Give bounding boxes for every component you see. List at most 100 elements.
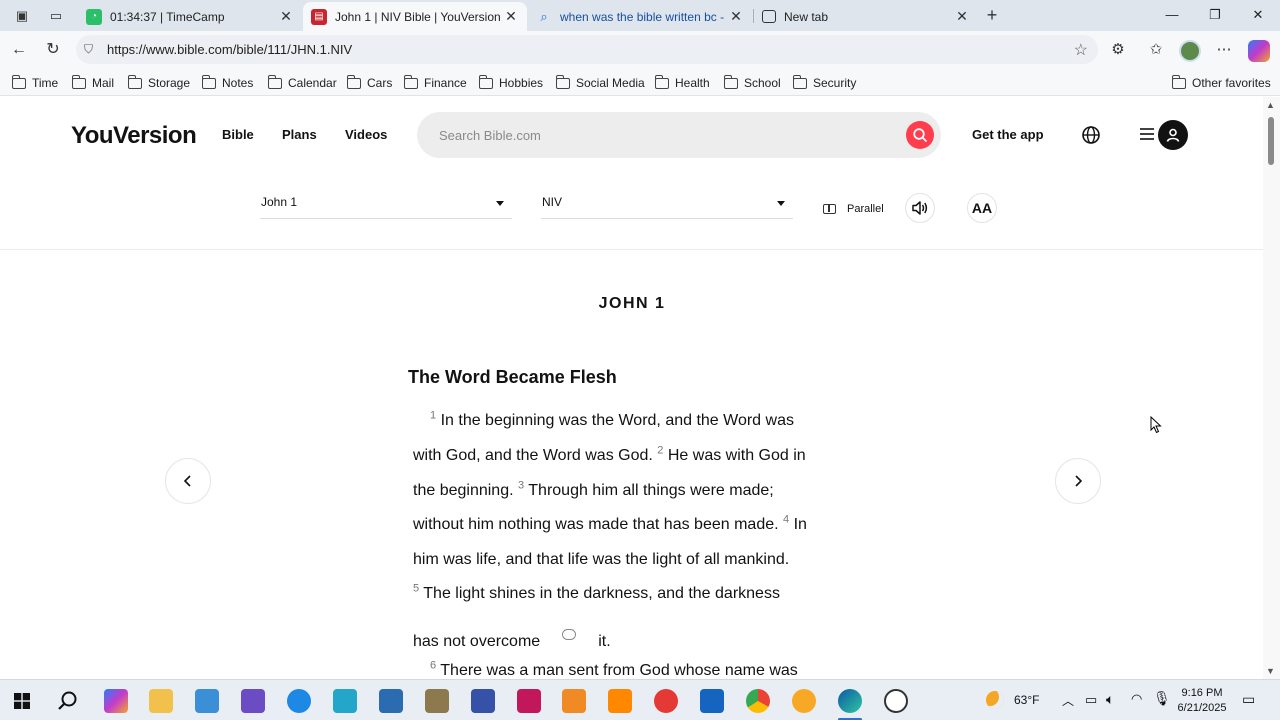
shield-app-icon[interactable] bbox=[471, 689, 495, 713]
favorite-storage[interactable]: Storage bbox=[128, 74, 190, 91]
verse-line[interactable]: 1 In the beginning was the Word, and the… bbox=[430, 410, 794, 430]
version-selector[interactable]: NIV bbox=[541, 195, 793, 219]
tab-actions-icon[interactable]: ▭ bbox=[46, 6, 66, 26]
taskbar-app-icon[interactable] bbox=[700, 689, 724, 713]
verse-line[interactable]: him was life, and that life was the ligh… bbox=[413, 551, 789, 569]
favorite-hobbies[interactable]: Hobbies bbox=[479, 74, 543, 91]
previous-chapter-button[interactable] bbox=[165, 458, 211, 504]
taskbar-app-icon[interactable] bbox=[425, 689, 449, 713]
favorite-school[interactable]: School bbox=[724, 74, 781, 91]
nav-plans[interactable]: Plans bbox=[282, 127, 317, 142]
favorite-cars[interactable]: Cars bbox=[347, 74, 392, 91]
volume-icon[interactable]: 🔈︎ bbox=[1106, 691, 1114, 708]
close-tab-icon[interactable]: ✕ bbox=[728, 8, 744, 25]
wifi-icon[interactable]: ◠ bbox=[1131, 691, 1142, 707]
back-arrow-icon[interactable]: ← bbox=[9, 40, 29, 60]
favorite-notes[interactable]: Notes bbox=[202, 74, 253, 91]
restore-icon[interactable]: ❐ bbox=[1205, 5, 1225, 25]
user-account-button[interactable] bbox=[1158, 120, 1188, 150]
edge-browser-icon[interactable] bbox=[838, 689, 862, 713]
tab-search[interactable]: ⌕ when was the bible written bc - Se ✕ bbox=[528, 2, 752, 31]
favorite-star-icon[interactable]: ☆ bbox=[1074, 40, 1088, 60]
next-chapter-button[interactable] bbox=[1055, 458, 1101, 504]
font-settings-button[interactable]: AA bbox=[967, 193, 997, 223]
weather-temp[interactable]: 63°F bbox=[1014, 693, 1039, 707]
verse-line[interactable]: the beginning. 3 Through him all things … bbox=[413, 479, 774, 500]
scrollbar-thumb[interactable] bbox=[1268, 117, 1274, 165]
taskbar-app-icon[interactable] bbox=[517, 689, 541, 713]
search-input[interactable] bbox=[439, 126, 879, 144]
tab-title: New tab bbox=[784, 9, 829, 24]
verse-line[interactable]: 6 There was a man sent from God whose na… bbox=[430, 660, 798, 679]
file-explorer-icon[interactable] bbox=[149, 689, 173, 713]
show-hidden-icons-icon[interactable]: ︿ bbox=[1062, 692, 1074, 709]
taskbar-app-icon[interactable] bbox=[654, 689, 678, 713]
close-window-icon[interactable]: ✕ bbox=[1248, 5, 1268, 25]
hamburger-menu-icon[interactable] bbox=[1139, 127, 1155, 141]
search-button[interactable] bbox=[906, 121, 934, 149]
book-chapter-selector[interactable]: John 1 bbox=[260, 195, 512, 219]
minimize-icon[interactable]: — bbox=[1162, 5, 1182, 25]
folder-icon bbox=[479, 74, 493, 89]
close-tab-icon[interactable]: ✕ bbox=[954, 8, 970, 25]
page-scrollbar[interactable]: ▲ ▼ bbox=[1263, 97, 1280, 679]
footnote-icon[interactable] bbox=[562, 629, 577, 640]
taskbar-app-icon[interactable] bbox=[195, 689, 219, 713]
verse-line[interactable]: without him nothing was made that has be… bbox=[413, 514, 807, 534]
extensions-icon[interactable]: ⚙ bbox=[1108, 40, 1128, 60]
verse-line[interactable]: with God, and the Word was God. 2 He was… bbox=[413, 445, 806, 465]
timer-app-icon[interactable] bbox=[884, 689, 908, 713]
tab-timecamp[interactable]: ◔ 01:34:37 | TimeCamp ✕ bbox=[78, 2, 302, 31]
taskbar-app-icon[interactable] bbox=[379, 689, 403, 713]
other-favorites[interactable]: Other favorites bbox=[1172, 74, 1271, 91]
windows-start-icon[interactable] bbox=[14, 693, 30, 709]
favorite-health[interactable]: Health bbox=[655, 74, 710, 91]
battery-icon[interactable]: ▭ bbox=[1085, 692, 1097, 708]
favorite-time[interactable]: Time bbox=[12, 74, 58, 91]
verse-line[interactable]: has not overcome it. bbox=[413, 629, 611, 651]
scroll-up-icon[interactable]: ▲ bbox=[1266, 100, 1275, 110]
favorite-finance[interactable]: Finance bbox=[404, 74, 467, 91]
more-options-icon[interactable]: ⋯ bbox=[1214, 40, 1234, 60]
favorite-calendar[interactable]: Calendar bbox=[268, 74, 337, 91]
url-text[interactable]: https://www.bible.com/bible/111/JHN.1.NI… bbox=[107, 42, 352, 57]
tab-new-tab[interactable]: New tab ✕ bbox=[754, 2, 978, 31]
site-info-icon[interactable]: ⛉ bbox=[84, 42, 93, 57]
verse-line[interactable]: 5 The light shines in the darkness, and … bbox=[413, 583, 780, 603]
favorite-mail[interactable]: Mail bbox=[72, 74, 114, 91]
copilot-icon[interactable] bbox=[1248, 40, 1270, 62]
nav-videos[interactable]: Videos bbox=[345, 127, 387, 142]
chrome-icon[interactable] bbox=[746, 689, 770, 713]
parallel-toggle[interactable]: Parallel bbox=[823, 203, 884, 215]
youversion-logo[interactable]: YouVersion bbox=[71, 122, 197, 150]
taskbar-app-icon[interactable] bbox=[287, 689, 311, 713]
workspaces-icon[interactable]: ▣ bbox=[12, 6, 32, 26]
taskbar-app-icon[interactable] bbox=[241, 689, 265, 713]
globe-icon[interactable] bbox=[1081, 125, 1101, 145]
refresh-icon[interactable]: ↻ bbox=[43, 40, 63, 60]
favorites-icon[interactable]: ✩ bbox=[1146, 40, 1166, 60]
close-tab-icon[interactable]: ✕ bbox=[278, 8, 294, 25]
taskbar-app-icon[interactable] bbox=[333, 689, 357, 713]
system-clock[interactable]: 9:16 PM 6/21/2025 bbox=[1168, 686, 1236, 716]
copilot-app-icon[interactable] bbox=[104, 689, 128, 713]
scroll-down-icon[interactable]: ▼ bbox=[1266, 666, 1275, 676]
search-icon[interactable] bbox=[57, 690, 79, 712]
taskbar-app-icon[interactable] bbox=[792, 689, 816, 713]
notifications-icon[interactable]: ▭ bbox=[1242, 691, 1255, 708]
folder-icon bbox=[655, 74, 669, 89]
close-tab-icon[interactable]: ✕ bbox=[503, 8, 519, 25]
address-bar[interactable]: ⛉ https://www.bible.com/bible/111/JHN.1.… bbox=[76, 35, 1098, 64]
media-player-icon[interactable] bbox=[562, 689, 586, 713]
favorite-security[interactable]: Security bbox=[793, 74, 856, 91]
profile-avatar[interactable] bbox=[1179, 40, 1201, 62]
verse-number: 3 bbox=[517, 479, 525, 492]
nav-bible[interactable]: Bible bbox=[222, 127, 254, 142]
vlc-icon[interactable] bbox=[608, 689, 632, 713]
favorite-social-media[interactable]: Social Media bbox=[556, 74, 645, 91]
audio-button[interactable] bbox=[905, 193, 935, 223]
get-the-app-link[interactable]: Get the app bbox=[972, 127, 1044, 142]
new-tab-plus-icon[interactable]: + bbox=[982, 5, 1002, 25]
moon-weather-icon[interactable] bbox=[986, 691, 1004, 709]
tab-youversion[interactable]: ▤ John 1 | NIV Bible | YouVersion ✕ bbox=[303, 2, 527, 31]
